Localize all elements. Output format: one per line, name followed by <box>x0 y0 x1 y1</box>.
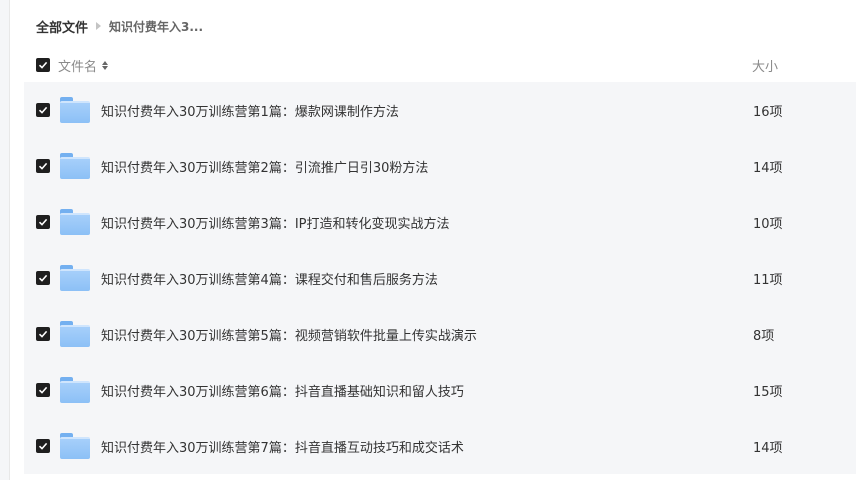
file-list-header: 文件名 大小 <box>24 50 856 80</box>
left-panel-edge <box>0 0 10 480</box>
check-icon <box>38 330 48 338</box>
row-checkbox[interactable] <box>36 271 50 285</box>
breadcrumb-current-folder: 知识付费年入3... <box>109 19 204 34</box>
folder-icon <box>60 153 90 179</box>
folder-icon <box>60 265 90 291</box>
breadcrumb-root-link[interactable]: 全部文件 <box>36 17 88 36</box>
file-name[interactable]: 知识付费年入30万训练营第1篇：爆款网课制作方法 <box>101 101 399 120</box>
check-icon <box>38 218 48 226</box>
file-size: 11项 <box>753 272 783 288</box>
file-row[interactable]: 知识付费年入30万训练营第7篇：抖音直播互动技巧和成交话术 14项 <box>24 418 856 474</box>
breadcrumb-separator-icon <box>96 22 102 30</box>
folder-icon <box>60 97 90 123</box>
check-icon <box>38 386 48 394</box>
check-icon <box>38 162 48 170</box>
row-checkbox[interactable] <box>36 383 50 397</box>
select-all-checkbox[interactable] <box>36 58 50 72</box>
folder-icon <box>60 377 90 403</box>
file-size: 8项 <box>753 328 775 344</box>
breadcrumb: 全部文件 知识付费年入3... <box>36 14 203 38</box>
file-name[interactable]: 知识付费年入30万训练营第6篇：抖音直播基础知识和留人技巧 <box>101 381 464 400</box>
file-size: 14项 <box>753 440 783 456</box>
file-row[interactable]: 知识付费年入30万训练营第3篇：IP打造和转化变现实战方法 10项 <box>24 194 856 250</box>
file-size: 10项 <box>753 216 783 232</box>
row-checkbox[interactable] <box>36 215 50 229</box>
file-list: 知识付费年入30万训练营第1篇：爆款网课制作方法 16项 知识付费年入30万训练… <box>24 82 856 474</box>
check-icon <box>38 61 48 69</box>
file-row[interactable]: 知识付费年入30万训练营第6篇：抖音直播基础知识和留人技巧 15项 <box>24 362 856 418</box>
folder-icon <box>60 209 90 235</box>
row-checkbox[interactable] <box>36 159 50 173</box>
file-name[interactable]: 知识付费年入30万训练营第5篇：视频营销软件批量上传实战演示 <box>101 325 477 344</box>
check-icon <box>38 106 48 114</box>
row-checkbox[interactable] <box>36 103 50 117</box>
file-row[interactable]: 知识付费年入30万训练营第2篇：引流推广日引30粉方法 14项 <box>24 138 856 194</box>
column-header-name-label: 文件名 <box>58 59 98 75</box>
check-icon <box>38 274 48 282</box>
file-size: 15项 <box>753 384 783 400</box>
column-header-name[interactable]: 文件名 <box>58 56 109 75</box>
row-checkbox[interactable] <box>36 439 50 453</box>
file-size: 14项 <box>753 160 783 176</box>
file-name[interactable]: 知识付费年入30万训练营第4篇：课程交付和售后服务方法 <box>101 269 438 288</box>
row-checkbox[interactable] <box>36 327 50 341</box>
file-name[interactable]: 知识付费年入30万训练营第3篇：IP打造和转化变现实战方法 <box>101 213 450 232</box>
file-name[interactable]: 知识付费年入30万训练营第2篇：引流推广日引30粉方法 <box>101 157 428 176</box>
check-icon <box>38 442 48 450</box>
file-name[interactable]: 知识付费年入30万训练营第7篇：抖音直播互动技巧和成交话术 <box>101 437 464 456</box>
file-row[interactable]: 知识付费年入30万训练营第1篇：爆款网课制作方法 16项 <box>24 82 856 138</box>
file-row[interactable]: 知识付费年入30万训练营第4篇：课程交付和售后服务方法 11项 <box>24 250 856 306</box>
folder-icon <box>60 433 90 459</box>
sort-icon[interactable] <box>102 60 109 70</box>
folder-icon <box>60 321 90 347</box>
file-row[interactable]: 知识付费年入30万训练营第5篇：视频营销软件批量上传实战演示 8项 <box>24 306 856 362</box>
column-header-size[interactable]: 大小 <box>752 56 778 75</box>
file-size: 16项 <box>753 104 783 120</box>
